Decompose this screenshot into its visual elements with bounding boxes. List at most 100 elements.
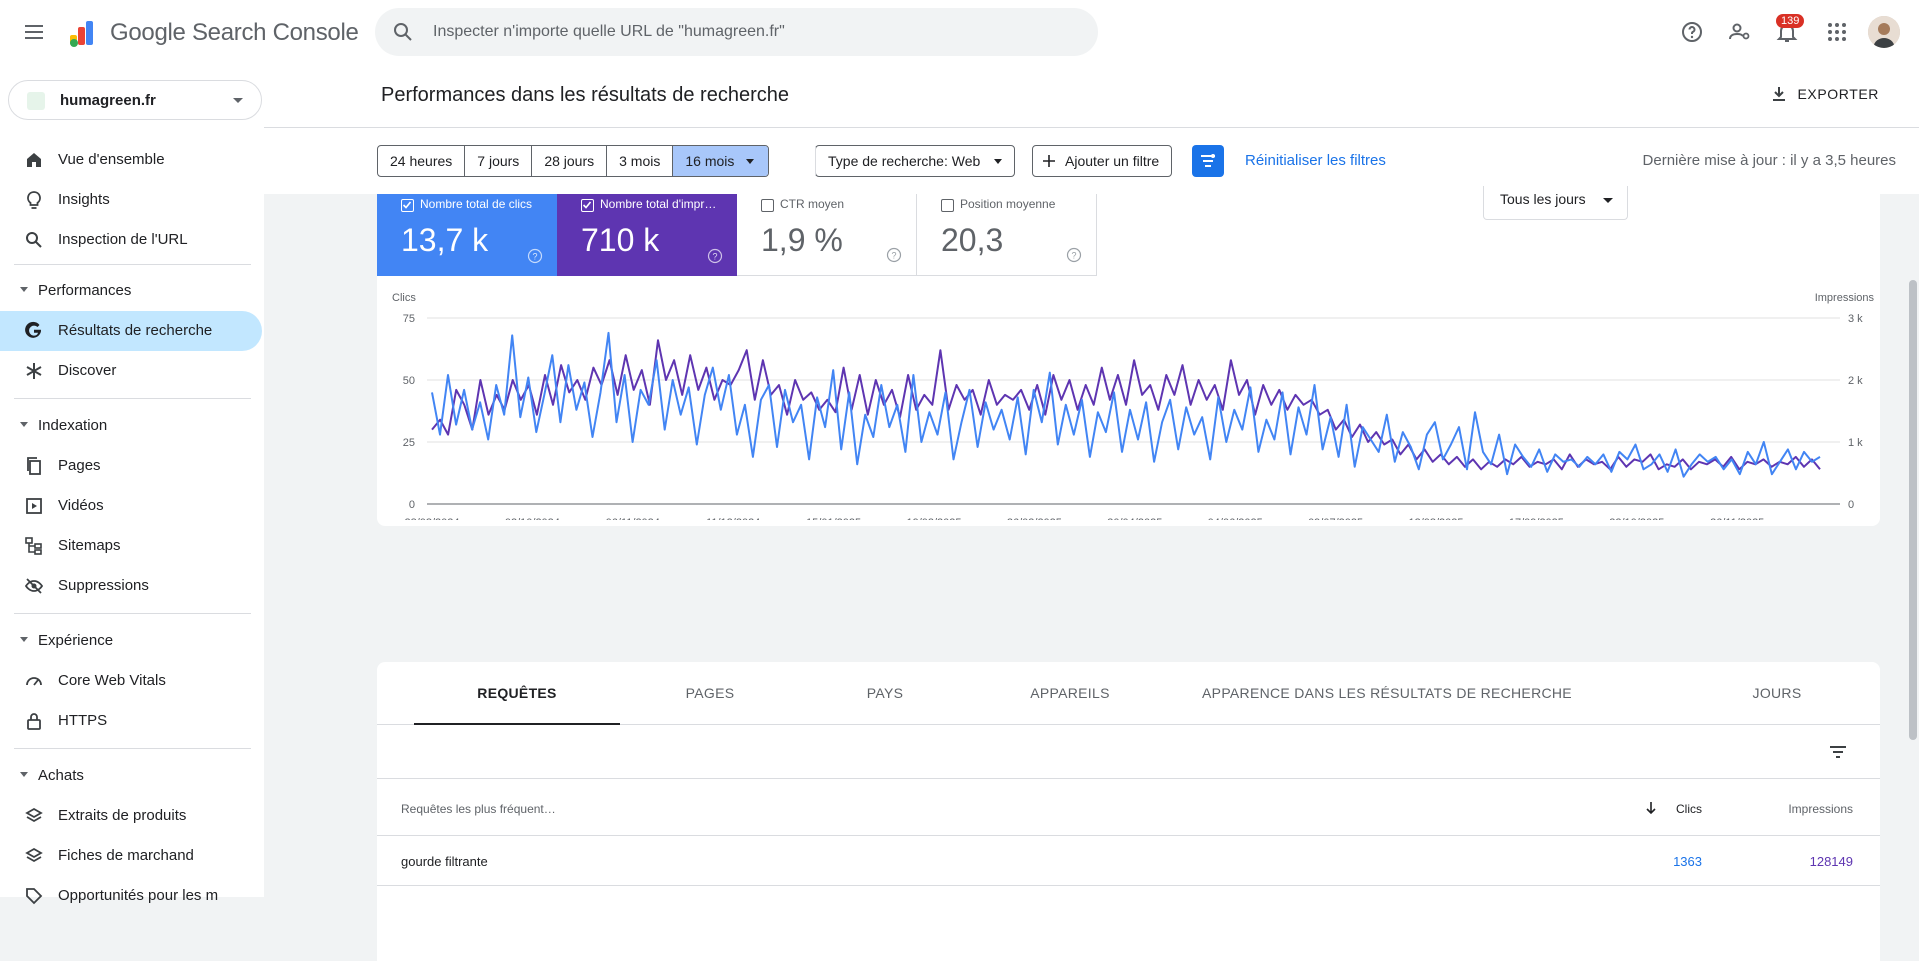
scrollbar-thumb[interactable] (1909, 280, 1917, 740)
section-title: Achats (38, 767, 84, 784)
search-type-chip[interactable]: Type de recherche: Web (815, 145, 1016, 177)
lightbulb-icon (27, 191, 41, 209)
app-title: Google Search Console (110, 19, 359, 46)
tab-queries[interactable]: REQUÊTES (414, 662, 620, 725)
y-left-axis-label: Clics (392, 292, 416, 304)
export-label: EXPORTER (1797, 86, 1879, 102)
metric-total-impressions[interactable]: Nombre total d'impressions 710 k ? (557, 194, 737, 276)
sidebar-item-insights[interactable]: Insights (0, 180, 262, 220)
section-indexation[interactable]: Indexation (0, 407, 262, 443)
sidebar-item-label: Discover (58, 362, 117, 379)
account-avatar[interactable] (1868, 16, 1900, 48)
manage-users-icon[interactable] (1728, 20, 1752, 44)
x-tick-label: 30/04/2025 (1107, 517, 1162, 520)
sidebar-item-product-snippets[interactable]: Extraits de produits (0, 796, 262, 836)
help-icon[interactable]: ? (886, 247, 902, 263)
sidebar-item-url-inspection[interactable]: Inspection de l'URL (0, 220, 262, 260)
metric-value: 13,7 k (401, 222, 489, 258)
sidebar-item-merchant-listings[interactable]: Fiches de marchand (0, 836, 262, 876)
sidebar-item-discover[interactable]: Discover (0, 351, 262, 391)
menu-icon[interactable] (22, 20, 46, 44)
help-icon[interactable]: ? (707, 248, 723, 264)
help-icon[interactable]: ? (1066, 247, 1082, 263)
x-tick-label: 13/08/2025 (1408, 517, 1463, 520)
metric-total-clicks[interactable]: Nombre total de clics 13,7 k ? (377, 194, 557, 276)
search-input[interactable] (433, 8, 1073, 56)
tab-search-appearance[interactable]: APPARENCE DANS LES RÉSULTATS DE RECHERCH… (1197, 662, 1577, 725)
metric-value: 1,9 % (761, 222, 843, 258)
help-icon[interactable]: ? (527, 248, 543, 264)
sidebar-item-core-web-vitals[interactable]: Core Web Vitals (0, 661, 262, 701)
tag-icon (26, 888, 43, 905)
range-28d[interactable]: 28 jours (532, 146, 608, 176)
filter-settings-button[interactable] (1192, 145, 1224, 177)
search-icon (26, 232, 42, 248)
y-right-tick-label: 1 k (1848, 437, 1863, 449)
metric-label: Nombre total d'impressions (600, 197, 720, 211)
metric-average-position[interactable]: Position moyenne 20,3 ? (917, 194, 1097, 276)
range-3m[interactable]: 3 mois (607, 146, 674, 176)
collapse-triangle-icon (20, 637, 28, 642)
checkbox-unchecked-icon (941, 199, 954, 212)
filter-rows-icon[interactable] (1826, 740, 1850, 764)
search-icon (394, 23, 412, 41)
sidebar-item-label: Extraits de produits (58, 807, 187, 824)
help-icon[interactable] (1680, 20, 1704, 44)
collapse-triangle-icon (20, 287, 28, 292)
x-tick-label: 09/07/2025 (1308, 517, 1363, 520)
svg-text:?: ? (712, 252, 717, 262)
performance-chart-card: Nombre total de clics 13,7 k ? Nombre to… (377, 186, 1880, 526)
sidebar-item-sitemaps[interactable]: Sitemaps (0, 526, 262, 566)
sidebar-divider (14, 398, 251, 399)
url-inspect-search[interactable] (375, 8, 1098, 56)
tab-countries[interactable]: PAYS (800, 662, 970, 725)
sidebar-item-shopping-opportunities[interactable]: Opportunités pour les m (0, 876, 262, 916)
sidebar-item-search-results[interactable]: Résultats de recherche (0, 311, 262, 351)
range-24h[interactable]: 24 heures (378, 146, 466, 176)
x-tick-label: 19/02/2025 (906, 517, 961, 520)
page-scrollbar[interactable] (1907, 194, 1919, 961)
sidebar-item-overview[interactable]: Vue d'ensemble (0, 140, 262, 180)
property-selector[interactable]: humagreen.fr (8, 80, 262, 120)
sidebar-item-videos[interactable]: Vidéos (0, 486, 262, 526)
days-granularity-select[interactable]: Tous les jours (1483, 186, 1628, 220)
section-experience[interactable]: Expérience (0, 622, 262, 658)
sitemap-icon (25, 537, 42, 555)
video-icon (26, 498, 42, 514)
range-16m[interactable]: 16 mois (673, 146, 769, 176)
row-clicks: 1363 (1673, 854, 1702, 869)
sidebar-item-https[interactable]: HTTPS (0, 701, 262, 741)
metric-average-ctr[interactable]: CTR moyen 1,9 % ? (737, 194, 917, 276)
tab-pages[interactable]: PAGES (620, 662, 800, 725)
apps-grid-icon[interactable] (1825, 20, 1849, 44)
svg-text:?: ? (1071, 251, 1076, 261)
checkbox-checked-icon (401, 199, 414, 212)
range-7d[interactable]: 7 jours (465, 146, 533, 176)
sidebar-item-pages[interactable]: Pages (0, 446, 262, 486)
checkbox-unchecked-icon (761, 199, 774, 212)
page-title: Performances dans les résultats de reche… (381, 84, 789, 106)
x-tick-label: 26/11/2025 (1710, 517, 1764, 520)
column-header-impressions[interactable]: Impressions (1788, 802, 1853, 816)
section-title: Performances (38, 282, 132, 299)
reset-filters-link[interactable]: Réinitialiser les filtres (1245, 152, 1386, 169)
asterisk-icon (26, 363, 42, 379)
series-line-impressions (431, 339, 1821, 471)
tab-days[interactable]: JOURS (1722, 662, 1832, 725)
tab-devices[interactable]: APPAREILS (970, 662, 1170, 725)
section-shopping[interactable]: Achats (0, 757, 262, 793)
sidebar-item-label: Suppressions (58, 577, 149, 594)
y-left-tick-label: 25 (403, 437, 415, 449)
sidebar-item-removals[interactable]: Suppressions (0, 566, 262, 606)
sidebar-item-label: HTTPS (58, 712, 108, 729)
sort-descending-icon[interactable] (1644, 800, 1658, 816)
pages-icon (27, 457, 41, 475)
column-header-clicks[interactable]: Clics (1676, 802, 1702, 816)
section-performances[interactable]: Performances (0, 272, 262, 308)
table-row[interactable]: gourde filtrante 1363 128149 (377, 837, 1880, 886)
sidebar-item-label: Insights (58, 191, 110, 208)
add-filter-button[interactable]: Ajouter un filtre (1032, 145, 1173, 177)
export-button[interactable]: EXPORTER (1773, 86, 1879, 102)
column-header-queries[interactable]: Requêtes les plus fréquent… (401, 802, 556, 816)
x-tick-label: 04/06/2025 (1208, 517, 1263, 520)
